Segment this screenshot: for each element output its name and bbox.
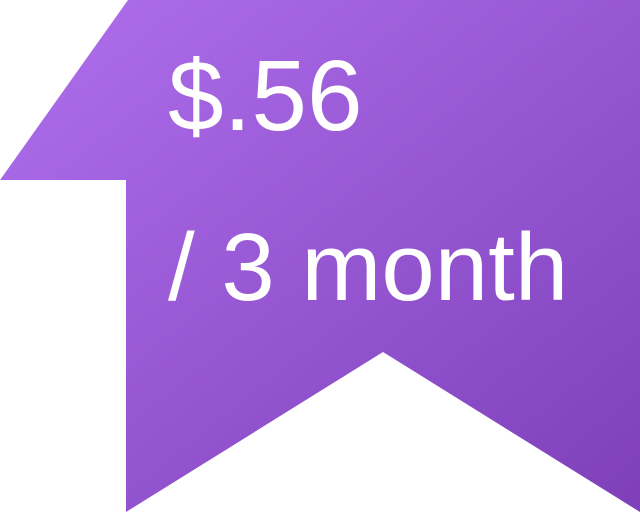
price-badge: $.56 / 3 month	[0, 0, 640, 512]
price-label: $.56	[168, 40, 363, 152]
billing-period-label: / 3 month	[168, 214, 569, 321]
